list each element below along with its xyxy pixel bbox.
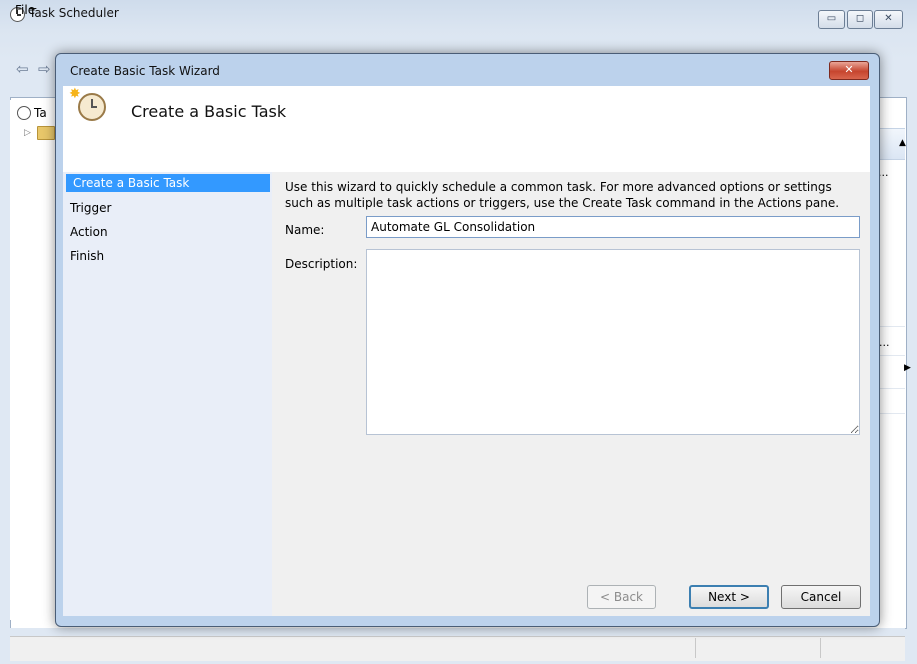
wizard-close-button[interactable]: ✕ xyxy=(829,61,869,80)
cancel-button[interactable]: Cancel xyxy=(781,585,861,609)
actions-divider xyxy=(877,388,905,389)
task-library-folder-icon[interactable] xyxy=(37,126,55,140)
task-description-input[interactable] xyxy=(366,249,860,435)
submenu-arrow-icon[interactable]: ▶ xyxy=(904,363,911,373)
close-button[interactable]: ✕ xyxy=(874,10,903,29)
actions-item-truncated[interactable]: ... xyxy=(879,336,890,349)
next-button[interactable]: Next > xyxy=(689,585,769,609)
task-name-input[interactable] xyxy=(366,216,860,238)
status-divider xyxy=(695,638,696,658)
wizard-title: Create Basic Task Wizard xyxy=(70,64,220,78)
collapse-arrow-icon[interactable]: ▲ xyxy=(899,138,906,148)
pane-splitter[interactable] xyxy=(10,628,905,633)
wizard-step-trigger[interactable]: Trigger xyxy=(70,201,111,215)
tree-root-label[interactable]: Ta xyxy=(34,106,47,120)
tree-expander-icon[interactable]: ▷ xyxy=(24,128,31,138)
menu-bar xyxy=(10,29,905,49)
maximize-button[interactable]: ◻ xyxy=(847,10,873,29)
back-button[interactable]: < Back xyxy=(587,585,656,609)
actions-divider xyxy=(877,326,905,327)
scheduled-task-icon xyxy=(78,93,106,121)
name-label: Name: xyxy=(285,223,325,237)
console-tree-pane xyxy=(10,100,60,620)
back-arrow-icon[interactable]: ⇦ xyxy=(16,62,34,77)
menu-file[interactable]: File xyxy=(15,3,35,17)
forward-arrow-icon[interactable]: ⇨ xyxy=(38,62,52,77)
wizard-header xyxy=(63,86,870,172)
task-scheduler-tree-icon[interactable] xyxy=(17,106,31,120)
wizard-intro-text: Use this wizard to quickly schedule a co… xyxy=(285,180,840,210)
wizard-step-create-label[interactable]: Create a Basic Task xyxy=(73,176,189,190)
new-task-star-icon: ✸ xyxy=(69,86,81,102)
actions-divider xyxy=(877,355,905,356)
main-window-title: Task Scheduler xyxy=(29,6,119,20)
wizard-header-title: Create a Basic Task xyxy=(131,102,287,121)
description-label: Description: xyxy=(285,257,358,271)
wizard-step-finish[interactable]: Finish xyxy=(70,249,104,263)
status-bar xyxy=(10,636,905,661)
minimize-button[interactable]: ▭ xyxy=(818,10,845,29)
wizard-step-action[interactable]: Action xyxy=(70,225,108,239)
status-divider xyxy=(820,638,821,658)
actions-divider xyxy=(877,413,905,414)
